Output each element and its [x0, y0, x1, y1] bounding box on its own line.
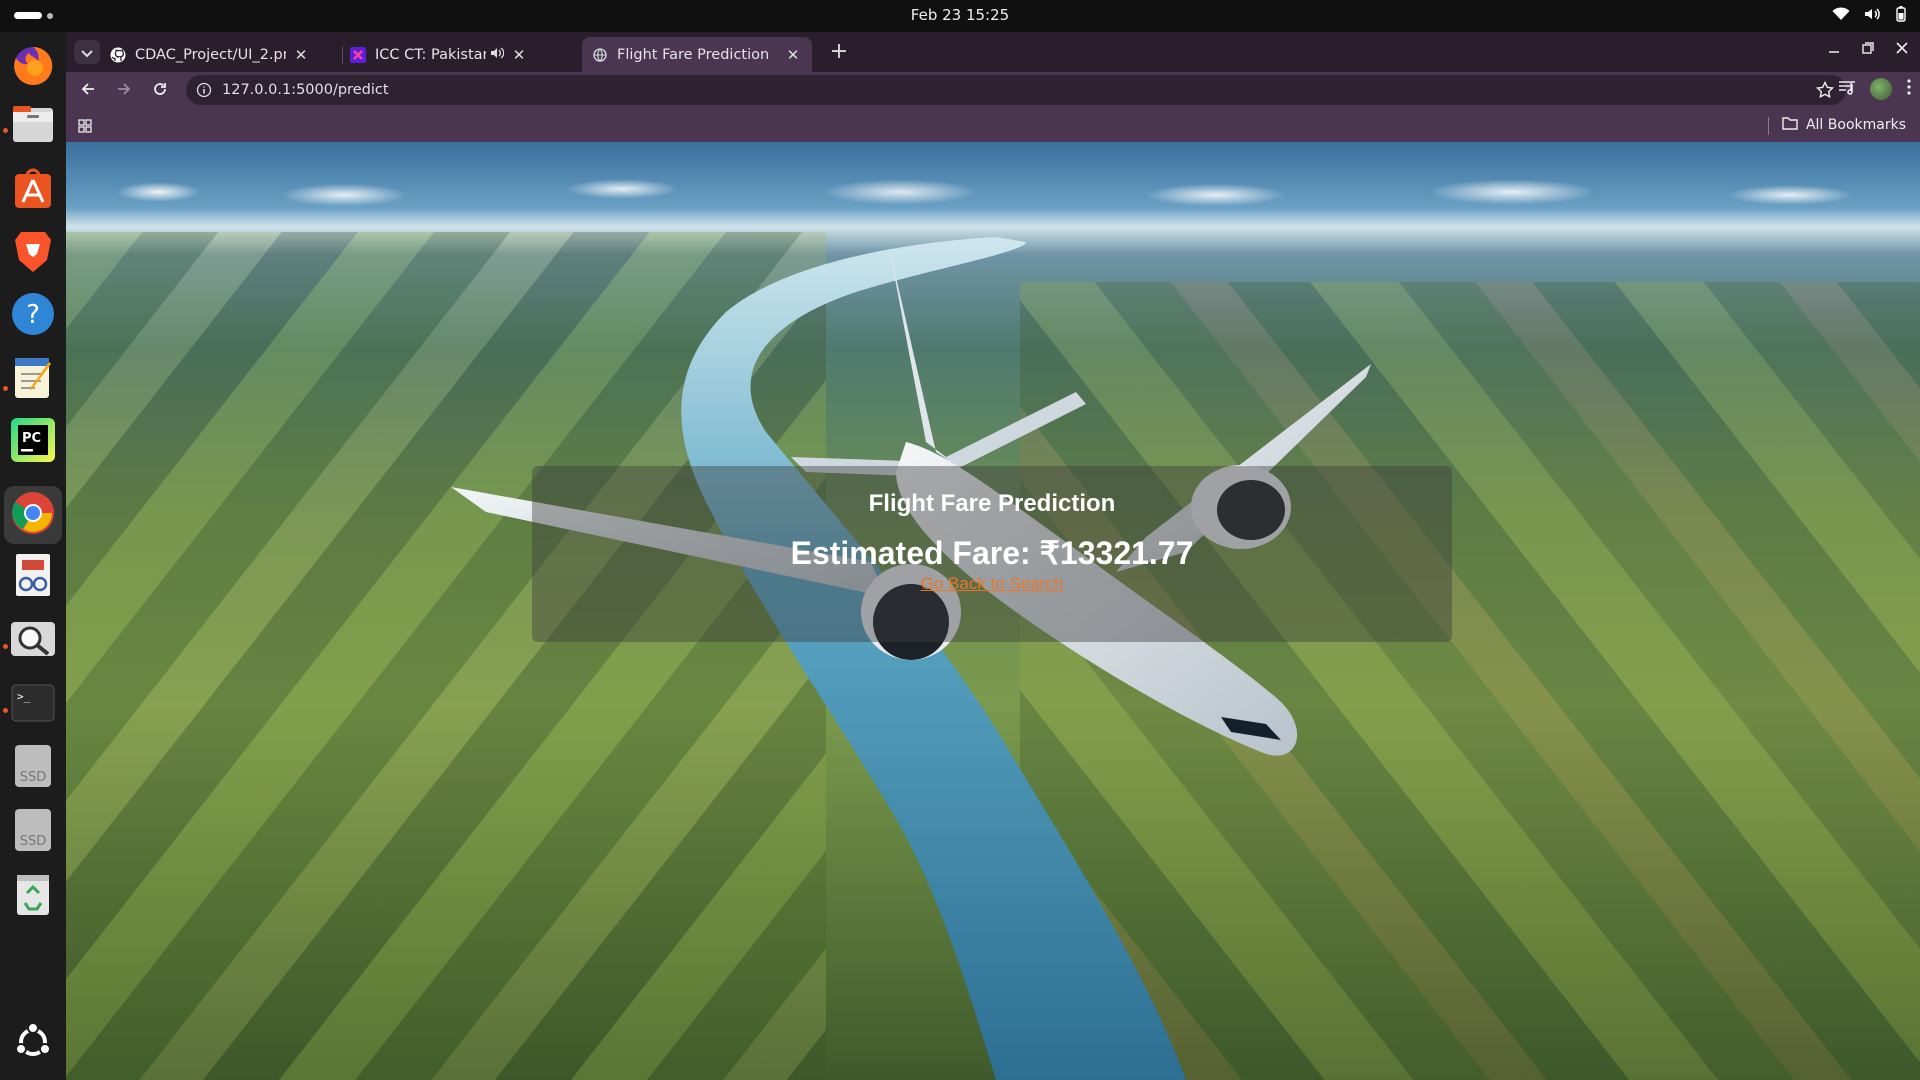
drive-icon: SSD — [13, 807, 53, 857]
help-icon: ? — [10, 291, 56, 341]
forward-button[interactable] — [112, 78, 136, 102]
close-icon[interactable]: ✕ — [510, 46, 528, 64]
terminal-label: >_ — [17, 690, 31, 703]
address-bar[interactable]: 127.0.0.1:5000/predict — [186, 75, 1846, 105]
pycharm-label: PC — [22, 431, 41, 446]
profile-avatar[interactable] — [1870, 78, 1892, 100]
dock-document-viewer[interactable] — [9, 553, 57, 601]
running-indicator — [3, 708, 8, 713]
toolbar-actions — [1838, 78, 1912, 100]
dock-text-editor[interactable] — [9, 355, 57, 403]
tab-title: Flight Fare Prediction — [617, 46, 770, 63]
tab-title: CDAC_Project/UI_2.png · — [135, 46, 286, 63]
brave-icon — [13, 228, 53, 278]
page-viewport: Flight Fare Prediction Estimated Fare: ₹… — [66, 142, 1920, 1080]
terminal-icon: >_ — [11, 684, 55, 726]
dock-app-center[interactable] — [9, 166, 57, 214]
document-viewer-icon — [12, 552, 54, 602]
close-icon[interactable]: ✕ — [292, 46, 310, 64]
dock-help[interactable]: ? — [9, 292, 57, 340]
running-indicator — [3, 644, 8, 649]
drive-label: SSD — [20, 770, 47, 785]
dock-pycharm[interactable]: PC — [9, 418, 57, 466]
tab-strip: CDAC_Project/UI_2.png · ✕ ICC CT: Pakist… — [66, 32, 1920, 72]
running-indicator — [3, 386, 8, 391]
new-tab-button[interactable]: + — [826, 40, 852, 66]
minimize-icon[interactable] — [1828, 42, 1840, 58]
tab-search-button[interactable] — [74, 40, 100, 64]
system-top-bar: Feb 23 15:25 — [0, 0, 1920, 32]
browser-toolbar: 127.0.0.1:5000/predict — [66, 72, 1920, 108]
tab-flight-fare[interactable]: Flight Fare Prediction ✕ — [582, 37, 812, 72]
icc-icon — [350, 46, 366, 63]
all-bookmarks-button[interactable]: All Bookmarks — [1782, 108, 1906, 142]
globe-icon — [592, 47, 608, 63]
window-controls — [1828, 42, 1908, 58]
browser-window: CDAC_Project/UI_2.png · ✕ ICC CT: Pakist… — [66, 32, 1920, 1080]
magnifier-icon — [10, 618, 56, 664]
estimated-fare: Estimated Fare: ₹13321.77 — [790, 535, 1194, 571]
running-indicator — [3, 128, 8, 133]
site-info-icon[interactable] — [196, 82, 212, 102]
wifi-icon — [1832, 7, 1850, 21]
dock-terminal[interactable]: >_ — [9, 681, 57, 729]
dock-firefox[interactable] — [9, 44, 57, 92]
dock: ? PC >_ SSD SSD — [0, 32, 66, 1080]
svg-text:?: ? — [26, 300, 40, 330]
kebab-menu-icon[interactable] — [1906, 79, 1912, 99]
arrow-left-icon — [81, 81, 95, 100]
dock-files[interactable] — [9, 102, 57, 150]
dock-chrome[interactable] — [4, 486, 62, 544]
dock-ssd-1[interactable]: SSD — [9, 744, 57, 792]
pycharm-icon: PC — [9, 416, 57, 468]
ubuntu-icon — [13, 1022, 53, 1066]
bookmarks-bar: All Bookmarks — [66, 108, 1920, 142]
chrome-icon — [10, 490, 56, 540]
chevron-down-icon — [81, 43, 93, 62]
back-button[interactable] — [76, 78, 100, 102]
tab-title: ICC CT: Pakistan vs Ind — [375, 46, 486, 63]
files-icon — [11, 104, 55, 148]
all-bookmarks-label: All Bookmarks — [1805, 117, 1906, 133]
text-editor-icon — [11, 354, 55, 404]
tab-icc[interactable]: ICC CT: Pakistan vs Ind ✕ — [340, 37, 538, 72]
volume-icon — [1864, 7, 1882, 21]
clock[interactable]: Feb 23 15:25 — [0, 0, 1920, 32]
dock-brave[interactable] — [9, 229, 57, 277]
drive-label: SSD — [20, 834, 47, 849]
folder-icon — [1782, 116, 1798, 134]
dock-trash[interactable] — [9, 872, 57, 920]
back-to-search-link[interactable]: Go Back to Search — [532, 574, 1452, 594]
dock-show-apps[interactable] — [9, 1020, 57, 1068]
reload-button[interactable] — [148, 78, 172, 102]
app-center-icon — [13, 166, 53, 214]
close-icon[interactable]: ✕ — [784, 46, 802, 64]
media-controls-icon[interactable] — [1838, 79, 1856, 99]
dock-ssd-2[interactable]: SSD — [9, 808, 57, 856]
battery-icon — [1896, 6, 1906, 22]
airplane-right-stabilizer — [946, 392, 1086, 472]
speaker-icon[interactable] — [490, 46, 505, 63]
firefox-icon — [11, 44, 55, 92]
restore-icon[interactable] — [1862, 42, 1874, 58]
arrow-right-icon — [117, 81, 131, 100]
drive-icon: SSD — [13, 743, 53, 793]
bookmark-star-icon[interactable] — [1815, 80, 1835, 103]
close-window-icon[interactable] — [1896, 42, 1908, 58]
apps-grid-icon[interactable] — [78, 118, 92, 137]
dock-image-viewer[interactable] — [9, 617, 57, 665]
url-text: 127.0.0.1:5000/predict — [222, 82, 389, 98]
tab-github[interactable]: CDAC_Project/UI_2.png · ✕ — [100, 37, 320, 72]
result-card: Flight Fare Prediction Estimated Fare: ₹… — [532, 466, 1452, 642]
trash-icon — [13, 871, 53, 921]
github-icon — [110, 47, 126, 63]
page-title: Flight Fare Prediction — [868, 490, 1116, 517]
system-tray[interactable] — [1832, 6, 1906, 22]
bookmarks-divider — [1768, 117, 1769, 135]
reload-icon — [153, 81, 167, 100]
